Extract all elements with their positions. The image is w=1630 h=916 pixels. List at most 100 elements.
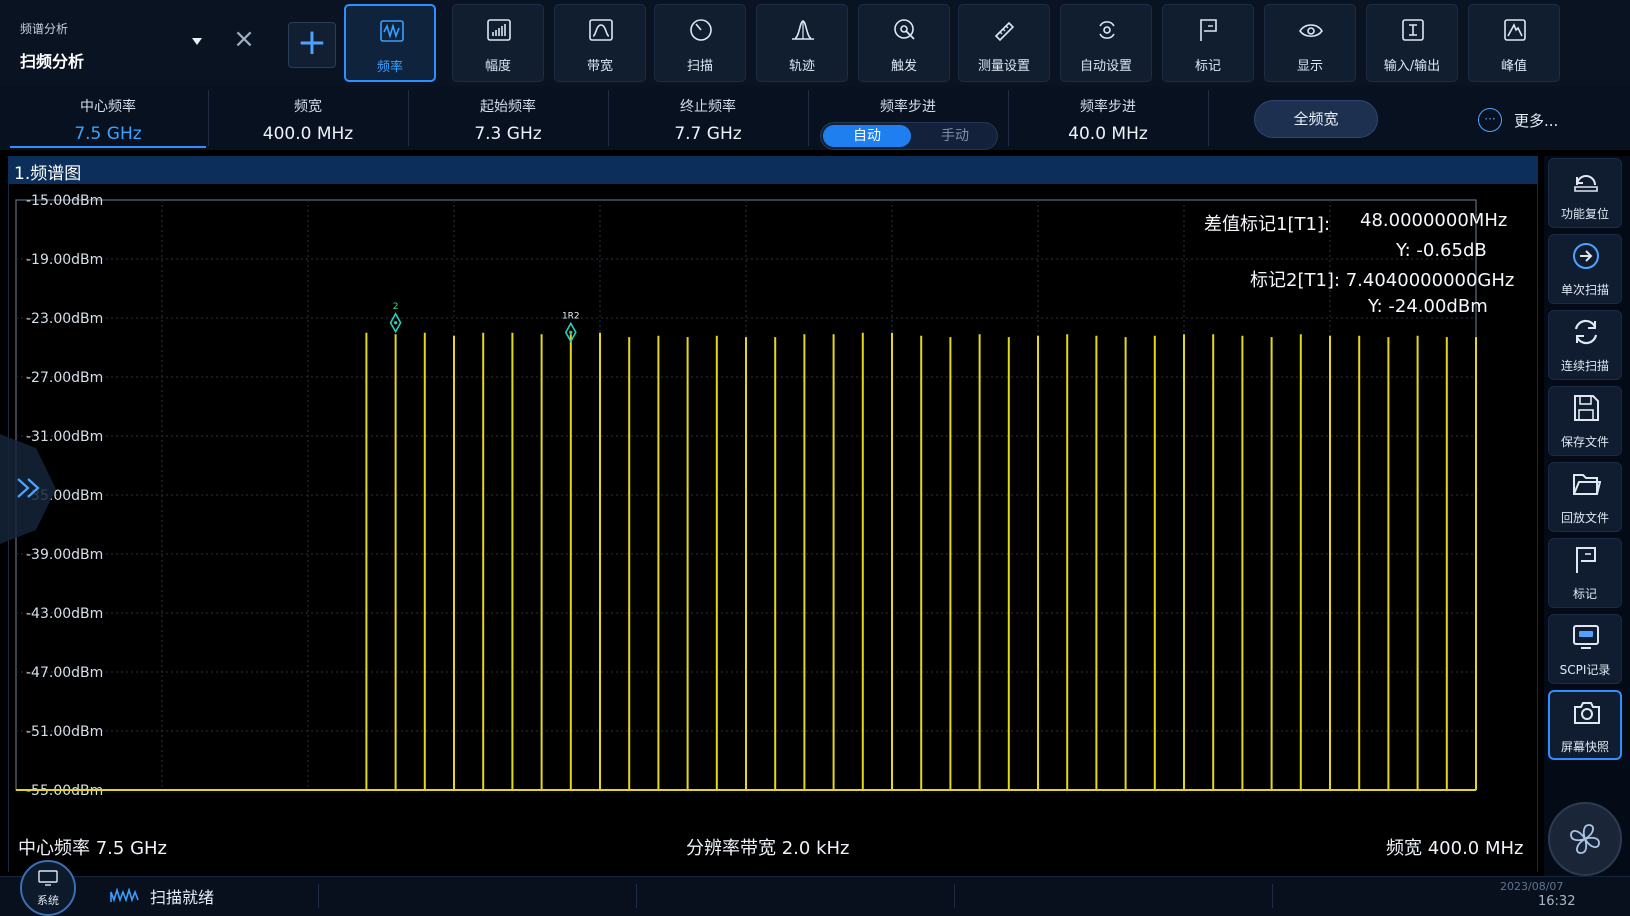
y-tick-label: -39.00dBm <box>26 547 103 563</box>
y-tick-label: -23.00dBm <box>26 311 103 327</box>
tab-trace-label: 轨迹 <box>788 59 815 74</box>
auto-setup-icon <box>1099 21 1115 39</box>
tab-display[interactable]: 显示 <box>1264 4 1356 82</box>
display-eye-icon <box>1299 24 1323 38</box>
fan-icon <box>1570 824 1600 854</box>
center-frequency-value: 7.5 GHz <box>74 124 142 144</box>
more-button[interactable]: ··· 更多... <box>1478 106 1588 134</box>
tab-marker-label: 标记 <box>1194 59 1221 74</box>
add-window-button[interactable]: + <box>288 22 336 68</box>
analysis-mode-selector[interactable]: 频谱分析 扫频分析 <box>8 10 208 76</box>
system-button[interactable]: 系统 <box>20 860 76 916</box>
tab-measure-setup[interactable]: 测量设置 <box>958 4 1050 82</box>
tab-trigger-label: 触发 <box>890 59 917 74</box>
single-sweep-button[interactable]: 单次扫描 <box>1548 234 1622 304</box>
divider <box>318 884 319 908</box>
start-frequency-label: 起始频率 <box>480 99 536 115</box>
full-span-button[interactable]: 全频宽 <box>1254 100 1378 138</box>
status-bar <box>0 876 1630 916</box>
stop-frequency-value: 7.7 GHz <box>674 124 742 144</box>
peak-icon <box>1504 19 1526 41</box>
screenshot-label: 屏幕快照 <box>1560 740 1609 754</box>
function-reset-button[interactable]: 功能复位 <box>1548 158 1622 228</box>
scpi-record-button[interactable]: SCPI记录 <box>1548 614 1622 684</box>
divider <box>1208 90 1209 146</box>
step-mode-toggle[interactable]: 自动 手动 <box>820 122 998 150</box>
tab-display-label: 显示 <box>1296 59 1323 74</box>
marker2-y-value: Y: -24.00dBm <box>1368 296 1488 317</box>
tab-frequency[interactable]: 频率 <box>344 4 436 82</box>
screenshot-button[interactable]: 屏幕快照 <box>1548 690 1622 760</box>
single-sweep-icon <box>1573 243 1599 269</box>
start-frequency-field[interactable]: 起始频率 7.3 GHz <box>410 90 606 146</box>
step-mode-auto-option[interactable]: 自动 <box>823 125 911 147</box>
tab-sweep[interactable]: 扫描 <box>654 4 746 82</box>
reset-icon <box>1574 175 1598 192</box>
span-label: 频宽 <box>294 99 322 115</box>
continuous-sweep-button[interactable]: 连续扫描 <box>1548 310 1622 380</box>
marker-flag-icon <box>1200 19 1217 41</box>
start-frequency-value: 7.3 GHz <box>474 124 542 144</box>
system-label: 系统 <box>37 894 59 907</box>
tab-io[interactable]: 输入/输出 <box>1366 4 1458 82</box>
divider <box>408 90 409 146</box>
delta-marker-y-value: Y: -0.65dB <box>1396 240 1487 261</box>
mode-name-label: 扫频分析 <box>20 52 85 71</box>
divider <box>636 884 637 908</box>
tab-sweep-label: 扫描 <box>686 59 713 74</box>
marker-dot <box>569 330 573 334</box>
tab-peak[interactable]: 峰值 <box>1468 4 1560 82</box>
save-file-label: 保存文件 <box>1560 435 1609 449</box>
playback-file-label: 回放文件 <box>1560 511 1609 525</box>
save-file-icon <box>1574 395 1599 421</box>
playback-file-button[interactable]: 回放文件 <box>1548 462 1622 532</box>
mode-category-label: 频谱分析 <box>20 22 69 36</box>
measure-setup-icon <box>994 21 1015 42</box>
chevron-down-icon[interactable] <box>192 38 202 45</box>
sweep-icon <box>690 19 712 41</box>
continuous-sweep-label: 连续扫描 <box>1560 359 1609 373</box>
divider <box>808 90 809 146</box>
right-action-panel: 功能复位 单次扫描 连续扫描 保存文件 回放文件 标记 SCPI记录 屏幕快照 <box>1544 156 1630 876</box>
stop-frequency-label: 终止频率 <box>680 99 736 115</box>
footer-span: 频宽 400.0 MHz <box>1386 838 1524 859</box>
tab-trace[interactable]: 轨迹 <box>756 4 848 82</box>
delta-marker-x-value: 48.0000000MHz <box>1360 210 1508 231</box>
tab-amplitude-label: 幅度 <box>484 59 511 74</box>
footer-center-frequency: 中心频率 7.5 GHz <box>18 838 168 859</box>
marker-label: 2 <box>393 302 399 312</box>
tab-amplitude[interactable]: 幅度 <box>452 4 544 82</box>
tab-bandwidth[interactable]: 带宽 <box>554 4 646 82</box>
divider <box>208 90 209 146</box>
y-tick-label: -43.00dBm <box>26 606 103 622</box>
tab-io-label: 输入/输出 <box>1383 59 1441 74</box>
span-field[interactable]: 频宽 400.0 MHz <box>210 90 406 146</box>
save-file-button[interactable]: 保存文件 <box>1548 386 1622 456</box>
tab-trigger[interactable]: 触发 <box>858 4 950 82</box>
close-icon[interactable]: × <box>232 26 256 52</box>
tab-marker[interactable]: 标记 <box>1162 4 1254 82</box>
continuous-sweep-icon <box>1574 319 1598 345</box>
scpi-record-label: SCPI记录 <box>1559 663 1611 677</box>
divider <box>1008 90 1009 146</box>
frequency-step-field[interactable]: 频率步进 40.0 MHz <box>1010 90 1206 146</box>
quick-menu-button[interactable] <box>1548 802 1622 876</box>
stop-frequency-field[interactable]: 终止频率 7.7 GHz <box>610 90 806 146</box>
function-reset-label: 功能复位 <box>1560 207 1609 221</box>
center-frequency-field[interactable]: 中心频率 7.5 GHz <box>10 90 206 146</box>
tab-auto-setup[interactable]: 自动设置 <box>1060 4 1152 82</box>
tab-peak-label: 峰值 <box>1500 59 1527 74</box>
spectrum-title: 1.频谱图 <box>14 164 82 184</box>
divider <box>1272 884 1273 908</box>
sweep-wave-icon <box>110 888 139 903</box>
tab-bandwidth-label: 带宽 <box>586 59 613 74</box>
y-tick-label: -27.00dBm <box>26 370 103 386</box>
marker-side-button[interactable]: 标记 <box>1548 538 1622 608</box>
y-tick-label: -47.00dBm <box>26 665 103 681</box>
trace-1 <box>16 332 1477 791</box>
marker-dot <box>394 321 398 325</box>
step-mode-manual-option[interactable]: 手动 <box>915 125 995 147</box>
tab-auto-setup-label: 自动设置 <box>1079 59 1132 74</box>
side-expand-tab[interactable] <box>0 434 56 544</box>
span-value: 400.0 MHz <box>262 124 354 144</box>
